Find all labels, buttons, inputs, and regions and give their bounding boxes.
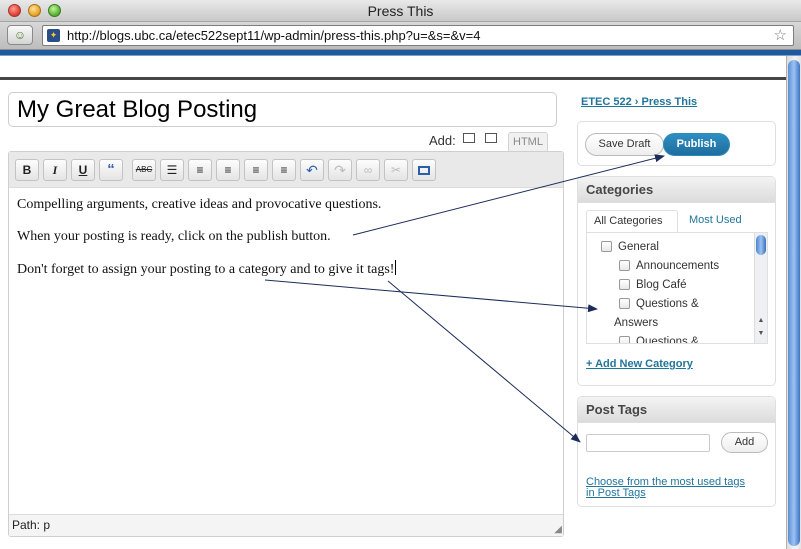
add-video-icon[interactable] [485, 133, 497, 143]
category-checkbox[interactable] [619, 279, 630, 290]
unlink-icon: ✂ [390, 163, 402, 177]
editor-path: Path: p [12, 518, 51, 532]
tag-input[interactable] [586, 434, 710, 452]
tab-most-used[interactable]: Most Used [682, 210, 749, 233]
post-title-input[interactable]: My Great Blog Posting [8, 92, 557, 127]
editor-paragraph: Don't forget to assign your posting to a… [17, 260, 555, 279]
fullscreen-icon [418, 166, 430, 175]
site-icon: ☺ [13, 28, 27, 42]
url-text: http://blogs.ubc.ca/etec522sept11/wp-adm… [67, 28, 481, 43]
category-item[interactable]: General [601, 241, 659, 253]
post-tags-box: Post Tags Add Choose from the most used … [577, 396, 776, 507]
choose-tags-link-line2: in Post Tags [586, 487, 646, 499]
html-tab[interactable]: HTML [508, 132, 548, 152]
category-label: Questions & [636, 336, 699, 344]
undo-button[interactable]: ↶ [300, 159, 324, 181]
editor-paragraph: Compelling arguments, creative ideas and… [17, 197, 382, 212]
category-label: Questions & [636, 298, 699, 310]
align-center-button[interactable]: ≡ [244, 159, 268, 181]
bold-button[interactable]: B [15, 159, 39, 181]
category-list: General Announcements Blog Café Question… [586, 232, 768, 344]
text-caret [395, 260, 397, 275]
page-scrollbar-thumb[interactable] [788, 60, 800, 546]
italic-button[interactable]: I [43, 159, 67, 181]
post-tags-heading: Post Tags [578, 397, 775, 423]
editor-paragraph: When your posting is ready, click on the… [17, 229, 331, 244]
editor-path-bar: Path: p ◢ [9, 514, 563, 536]
categories-box: Categories All Categories Most Used Gene… [577, 176, 776, 386]
category-checkbox[interactable] [601, 241, 612, 252]
site-action-button[interactable]: ☺ [7, 25, 33, 45]
breadcrumb[interactable]: ETEC 522 › Press This [581, 96, 697, 108]
bookmark-star-icon[interactable]: ☆ [774, 26, 787, 44]
add-image-icon[interactable] [463, 133, 475, 143]
tab-all-categories[interactable]: All Categories [586, 210, 678, 233]
align-center-icon: ≡ [252, 163, 260, 177]
category-scrollbar[interactable]: ▲ ▼ [754, 233, 767, 343]
url-field[interactable]: ✦ http://blogs.ubc.ca/etec522sept11/wp-a… [42, 25, 794, 46]
category-item[interactable]: Announcements [619, 260, 719, 272]
align-left-icon: ≡ [224, 163, 232, 177]
strikethrough-button[interactable]: ABC [132, 159, 156, 181]
align-left-button[interactable]: ≡ [216, 159, 240, 181]
category-checkbox[interactable] [619, 260, 630, 271]
category-label: Announcements [636, 260, 720, 272]
category-label-continued: Answers [614, 317, 659, 329]
insert-link-button[interactable]: ∞ [356, 159, 380, 181]
fullscreen-button[interactable] [412, 159, 436, 181]
underline-button[interactable]: U [71, 159, 95, 181]
editor-paragraph-text: Don't forget to assign your posting to a… [17, 262, 395, 277]
bullet-list-icon: ☰ [166, 163, 178, 177]
publish-box: Save Draft Publish [577, 121, 776, 166]
category-checkbox[interactable] [619, 298, 630, 309]
add-tag-button[interactable]: Add [721, 432, 768, 453]
align-right-button[interactable]: ≡ [272, 159, 296, 181]
choose-tags-link[interactable]: Choose from the most used tags in Post T… [586, 477, 772, 499]
category-item[interactable]: Questions & [619, 336, 699, 344]
scroll-down-arrow-icon[interactable]: ▼ [755, 330, 767, 337]
editor-toolbar: B I U “ ABC ☰ ≡ ≡ ≡ ≡ ↶ ↷ ∞ ✂ [9, 152, 563, 188]
category-label: General [618, 241, 659, 253]
window-titlebar: Press This [0, 0, 801, 22]
link-icon: ∞ [363, 163, 373, 177]
category-checkbox[interactable] [619, 336, 630, 343]
divider [0, 77, 786, 80]
numbered-list-icon: ≡ [196, 163, 204, 177]
blockquote-button[interactable]: “ [99, 159, 123, 181]
unlink-button[interactable]: ✂ [384, 159, 408, 181]
numbered-list-button[interactable]: ≡ [188, 159, 212, 181]
bullet-list-button[interactable]: ☰ [160, 159, 184, 181]
save-draft-button[interactable]: Save Draft [585, 133, 664, 156]
align-right-icon: ≡ [280, 163, 288, 177]
address-toolbar: ☺ ✦ http://blogs.ubc.ca/etec522sept11/wp… [0, 22, 801, 50]
post-editor[interactable]: B I U “ ABC ☰ ≡ ≡ ≡ ≡ ↶ ↷ ∞ ✂ Compelling… [8, 151, 564, 537]
page-scrollbar[interactable] [786, 56, 801, 549]
add-new-category-link[interactable]: + Add New Category [586, 358, 693, 370]
add-media-label: Add: [429, 133, 456, 148]
categories-heading: Categories [578, 177, 775, 203]
redo-button[interactable]: ↷ [328, 159, 352, 181]
favicon-icon: ✦ [47, 29, 60, 42]
editor-content[interactable]: Compelling arguments, creative ideas and… [17, 196, 555, 293]
window-title: Press This [367, 3, 434, 19]
resize-grip-icon[interactable]: ◢ [554, 524, 562, 535]
publish-button[interactable]: Publish [663, 133, 730, 156]
scroll-up-arrow-icon[interactable]: ▲ [755, 317, 767, 324]
header-bar [0, 50, 801, 56]
redo-icon: ↷ [334, 162, 346, 178]
category-label: Blog Café [636, 279, 687, 291]
category-item[interactable]: Questions & [619, 298, 699, 310]
undo-icon: ↶ [306, 162, 318, 178]
category-item[interactable]: Blog Café [619, 279, 687, 291]
category-scrollbar-thumb[interactable] [756, 235, 766, 255]
